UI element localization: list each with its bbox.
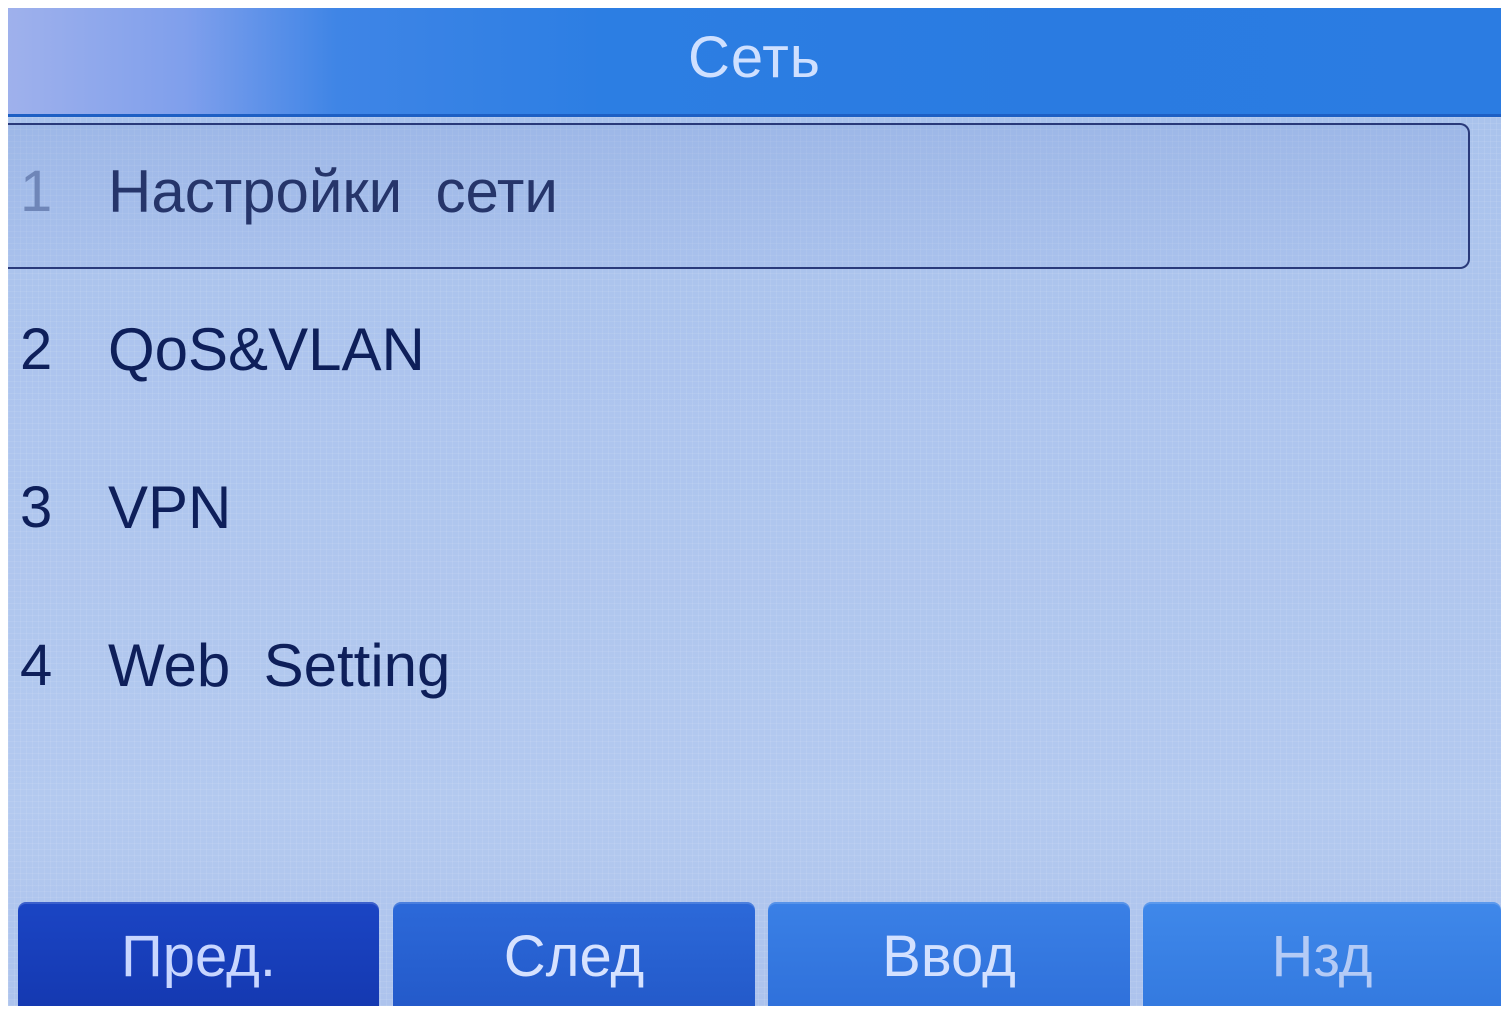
page-title: Сеть	[688, 25, 821, 90]
menu-item-network-settings[interactable]: 1 Настройки сети	[8, 117, 1501, 269]
prev-button[interactable]: Пред.	[18, 902, 379, 1006]
menu-item-web-setting[interactable]: 4 Web Setting	[8, 591, 1501, 741]
menu-item-label: QoS&VLAN	[108, 316, 425, 383]
menu-item-label: Web Setting	[108, 632, 451, 699]
title-bar: Сеть	[8, 8, 1501, 117]
menu-item-number: 1	[20, 159, 53, 224]
phone-screen: Сеть 1 Настройки сети 2 QoS&VLAN 3 VPN 4…	[8, 8, 1501, 1006]
softkey-bar: Пред. След Ввод Нзд	[8, 902, 1501, 1006]
menu-item-number: 4	[20, 633, 53, 698]
next-button[interactable]: След	[393, 902, 755, 1006]
menu-item-qos-vlan[interactable]: 2 QoS&VLAN	[8, 275, 1501, 425]
menu-item-vpn[interactable]: 3 VPN	[8, 433, 1501, 583]
enter-button[interactable]: Ввод	[768, 902, 1130, 1006]
menu-item-number: 3	[20, 475, 53, 540]
menu-item-number: 2	[20, 317, 53, 382]
menu-item-label: Настройки сети	[108, 158, 558, 225]
menu-item-label: VPN	[108, 474, 232, 541]
back-button[interactable]: Нзд	[1143, 902, 1501, 1006]
